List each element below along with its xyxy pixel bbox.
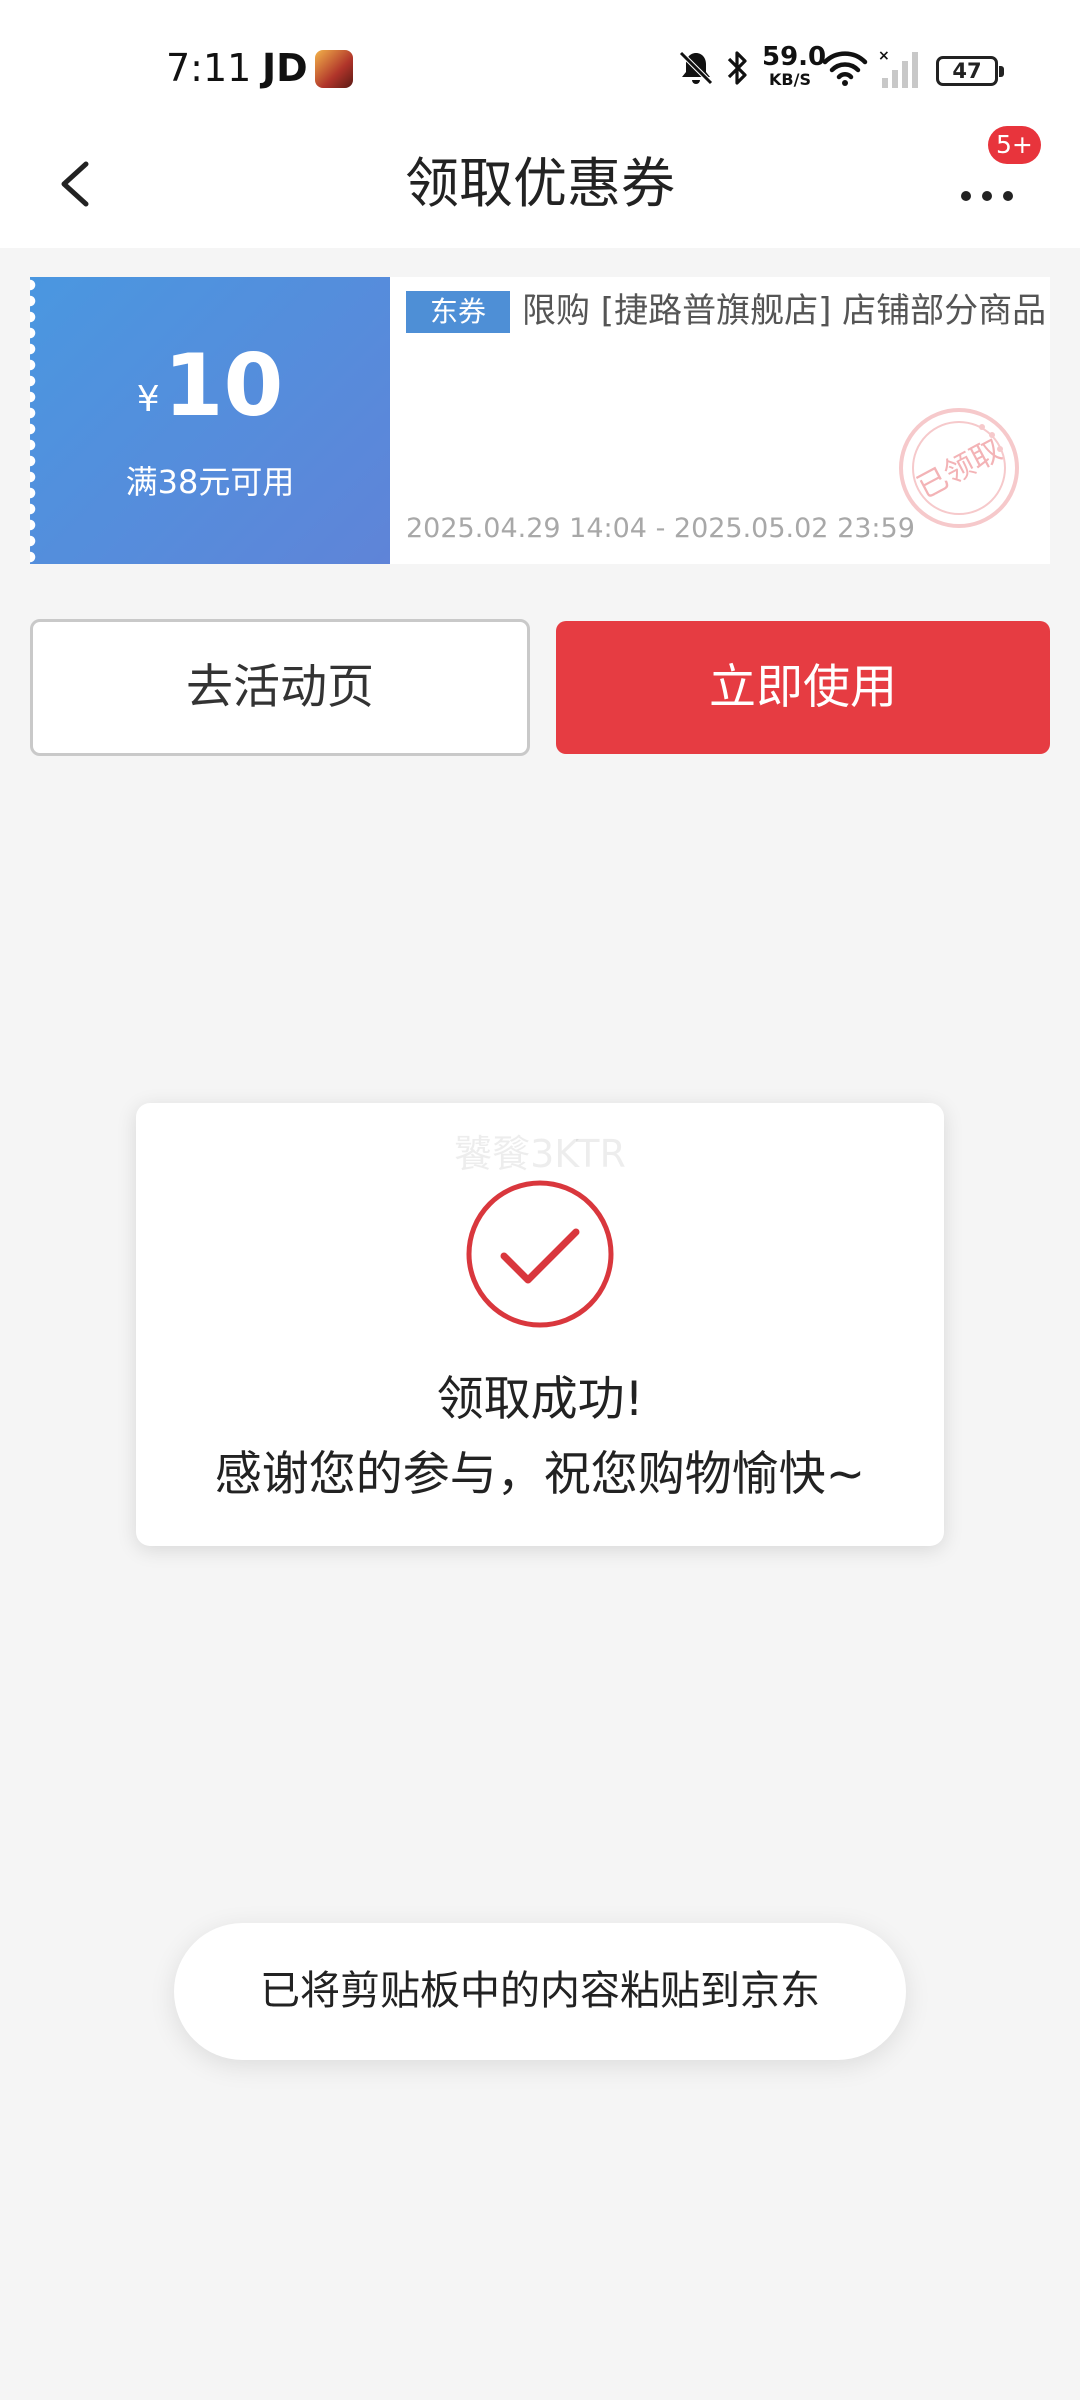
status-bar: 7:11 JD 59.0 KB/S × 47 [0, 0, 1080, 120]
coupon-value-panel: ¥10 满38元可用 [30, 277, 390, 564]
claimed-stamp-icon: 已领取 [899, 408, 1019, 528]
notification-badge: 5+ [988, 126, 1041, 164]
app-avatar-icon [315, 50, 353, 88]
coupon-amount: ¥10 [30, 343, 390, 429]
go-activity-button[interactable]: 去活动页 [30, 619, 530, 756]
status-time: 7:11 [166, 46, 252, 90]
dialog-watermark: 饕餮3KTR [454, 1132, 626, 1176]
use-now-button[interactable]: 立即使用 [556, 621, 1050, 754]
net-speed-unit: KB/S [769, 70, 811, 89]
success-dialog: 饕餮3KTR 领取成功! 感谢您的参与，祝您购物愉快~ [136, 1103, 944, 1546]
coupon-condition: 满38元可用 [125, 463, 295, 501]
coupon-validity: 2025.04.29 14:04 - 2025.05.02 23:59 [406, 513, 915, 544]
signal-icon: × [878, 48, 918, 88]
wifi-icon [822, 51, 868, 86]
coupon-currency: ¥ [136, 379, 160, 420]
coupon-description: 限购 [捷路普旗舰店] 店铺部分商品 [522, 291, 1047, 331]
net-speed: 59.0 KB/S [762, 42, 827, 89]
battery-indicator: 47 [936, 56, 1004, 86]
svg-text:×: × [878, 48, 890, 64]
status-carrier: JD [262, 46, 308, 90]
bluetooth-icon [727, 51, 747, 85]
check-circle-icon [466, 1180, 614, 1328]
coupon-amount-value: 10 [163, 336, 284, 436]
dialog-message: 感谢您的参与，祝您购物愉快~ [214, 1447, 866, 1502]
net-speed-value: 59.0 [762, 42, 827, 72]
mute-bell-icon [679, 51, 713, 85]
coupon-type-tag: 东券 [406, 291, 510, 333]
clipboard-toast: 已将剪贴板中的内容粘贴到京东 [174, 1923, 906, 2060]
claimed-stamp-text: 已领取 [912, 433, 1008, 506]
page-title: 领取优惠券 [405, 152, 675, 215]
dialog-title: 领取成功! [436, 1372, 644, 1427]
nav-bar: 领取优惠券 5+ [0, 120, 1080, 248]
coupon-card: ¥10 满38元可用 东券 限购 [捷路普旗舰店] 店铺部分商品 2025.04… [30, 277, 1050, 564]
